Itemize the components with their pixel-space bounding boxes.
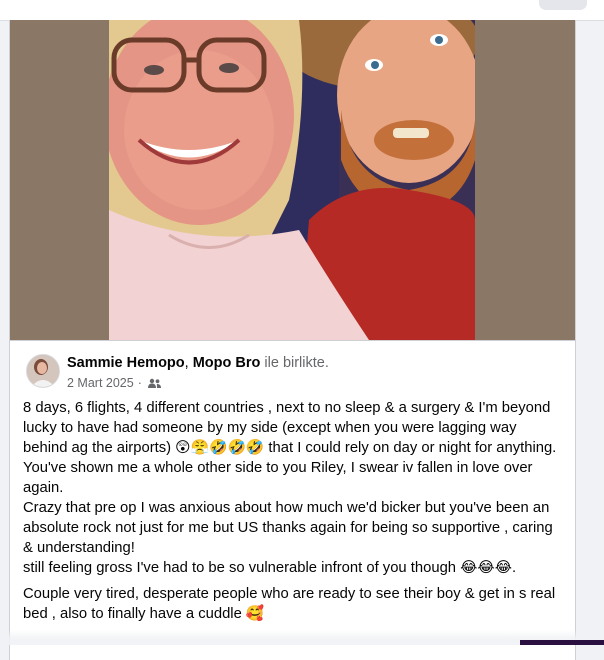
name-separator: , bbox=[184, 355, 189, 371]
post-header: Sammie Hemopo, Mopo Bro ile birlikte. 2 … bbox=[26, 354, 556, 394]
tagged-name-link[interactable]: Mopo Bro bbox=[193, 355, 261, 371]
post-body: 8 days, 6 flights, 4 different countries… bbox=[23, 398, 563, 624]
with-text: ile birlikte. bbox=[264, 355, 329, 371]
post-photo[interactable] bbox=[10, 20, 575, 341]
selfie-photo bbox=[109, 20, 475, 340]
avatar-image bbox=[27, 355, 59, 387]
post-paragraph: Couple very tired, desperate people who … bbox=[23, 586, 556, 622]
post-meta: 2 Mart 2025 · bbox=[67, 376, 161, 390]
post-paragraph: still feeling gross I've had to be so vu… bbox=[23, 560, 517, 576]
post-paragraph: 8 days, 6 flights, 4 different countries… bbox=[23, 400, 557, 496]
post-paragraph: Crazy that pre op I was anxious about ho… bbox=[23, 500, 553, 556]
meta-dot: · bbox=[137, 376, 142, 390]
post-card: Sammie Hemopo, Mopo Bro ile birlikte. 2 … bbox=[9, 20, 576, 660]
post-date-link[interactable]: 2 Mart 2025 bbox=[67, 376, 134, 390]
author-avatar[interactable] bbox=[26, 354, 60, 388]
bottom-edge-fade bbox=[0, 630, 604, 645]
author-name-link[interactable]: Sammie Hemopo bbox=[67, 355, 185, 371]
bottom-dark-strip bbox=[520, 640, 604, 645]
post-author-line: Sammie Hemopo, Mopo Bro ile birlikte. bbox=[67, 355, 329, 371]
friends-icon[interactable] bbox=[147, 378, 161, 388]
top-navigation-bar bbox=[0, 0, 604, 21]
top-bar-button[interactable] bbox=[539, 0, 587, 10]
